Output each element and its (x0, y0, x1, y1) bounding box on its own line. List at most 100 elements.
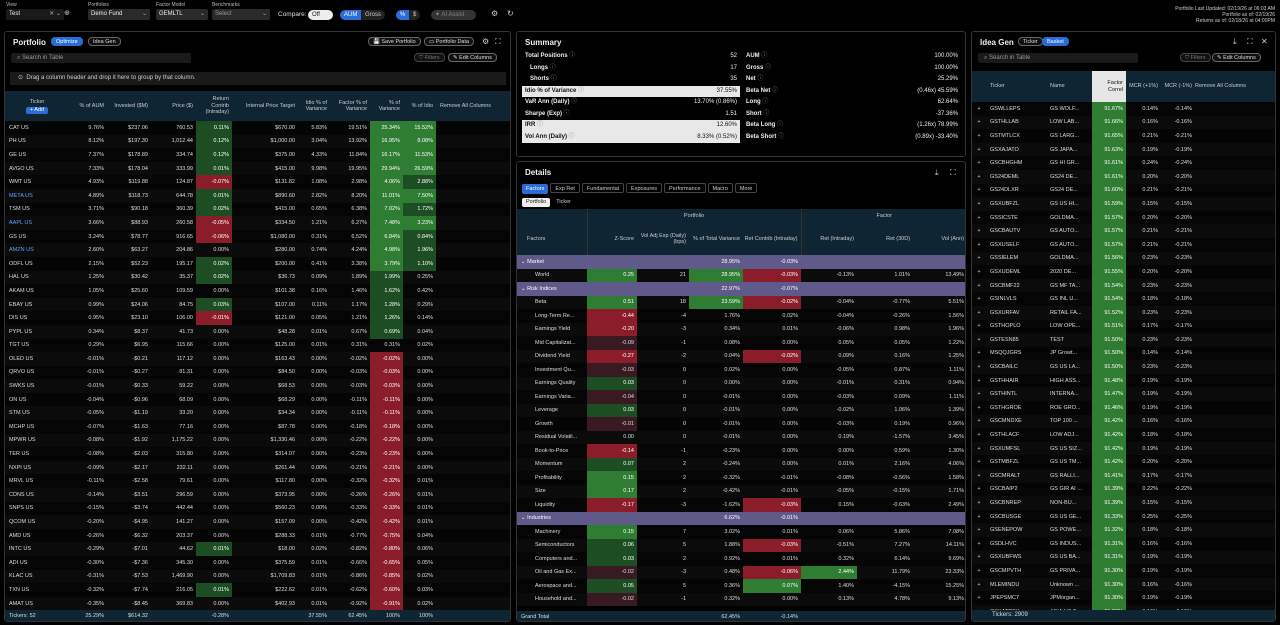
add-row-icon[interactable]: + (972, 102, 986, 116)
ticker-cell[interactable]: MCHP US (5, 420, 69, 434)
factor-row[interactable]: Semiconductors 0.06 5 1.88% -0.03% -0.51% 7.27… (517, 538, 965, 552)
category-row[interactable]: ⌄ Industries 6.62% -0.01% (517, 511, 965, 525)
table-row[interactable]: TGT US 0.29% $6.95 115.66 0.00% $125.00 0.01% 0… (5, 338, 510, 353)
ticker-cell[interactable]: OLED US (5, 352, 69, 366)
portfolio-data-button[interactable]: ▭ Portfolio Data (424, 37, 475, 46)
add-row-icon[interactable]: + (972, 306, 986, 320)
tab-factors[interactable]: Factors (522, 184, 549, 194)
table-row[interactable]: AVGO US 7.33% $178.04 333.99 0.01% $415.00 9.9… (5, 161, 510, 176)
ticker-cell[interactable]: MPWR US (5, 434, 69, 448)
table-row[interactable]: + GSSICSTE GOLDMA... 91.57% 0.20% -0.20% (972, 210, 1275, 225)
close-icon[interactable]: ✕ (1261, 37, 1268, 46)
factor-model-selector[interactable]: Factor Model GEMLTL ⌄ (156, 2, 208, 20)
ticker-cell[interactable]: EBAY US (5, 298, 69, 312)
ticker-cell[interactable]: GSCBNREP (986, 496, 1046, 510)
ticker-cell[interactable]: TSM US (5, 203, 69, 217)
column-header[interactable]: Internal Price Target (232, 91, 298, 121)
tab-more[interactable]: More (734, 183, 758, 193)
add-row-icon[interactable]: + (972, 469, 986, 483)
ticker-cell[interactable]: GSCMPVTH (986, 564, 1046, 578)
add-row-icon[interactable]: + (972, 184, 986, 198)
table-row[interactable]: + GSCBMF22 GS MF TA... 91.54% 0.23% -0.23% (972, 278, 1275, 293)
info-icon[interactable]: ⓘ (756, 76, 763, 82)
ticker-cell[interactable]: HAL US (5, 271, 69, 285)
ticker-cell[interactable]: GSXURFAV (986, 306, 1046, 320)
add-row-icon[interactable]: + (972, 564, 986, 578)
table-row[interactable]: + GSXURFAV RETAIL FA... 91.52% 0.23% -0.23% (972, 305, 1275, 320)
ticker-cell[interactable]: MLEMINDU (986, 578, 1046, 592)
download-icon[interactable]: ⤓ (1233, 37, 1237, 47)
table-row[interactable]: AAPL US 3.66% $88.93 260.58 -0.05% $334.50 1.2… (5, 216, 510, 230)
column-header[interactable]: Ticker + Add (5, 91, 69, 121)
ticker-cell[interactable]: INTC US (5, 542, 69, 556)
add-row-icon[interactable]: + (972, 170, 986, 184)
add-row-icon[interactable]: + (972, 197, 986, 211)
category-row[interactable]: ⌄ Risk Indices 22.97% -0.07% (517, 282, 965, 296)
column-header[interactable]: % of Variance (370, 91, 403, 121)
ticker-cell[interactable]: GSTMBFZL (986, 455, 1046, 469)
add-row-icon[interactable]: + (972, 129, 986, 143)
ticker-cell[interactable]: WMT US (5, 175, 69, 189)
table-row[interactable]: PH US 8.12% $197.30 1,012.44 0.12% $1,000.00 3… (5, 134, 510, 149)
search-input[interactable]: ⌕ Search in Table (978, 53, 1138, 63)
aum-toggle[interactable]: AUM (340, 10, 362, 20)
ticker-cell[interactable]: GSTESN85 (986, 333, 1046, 347)
table-row[interactable]: MRVL US -0.11% -$2.58 79.61 0.00% $117.80 0.00… (5, 474, 510, 489)
percent-toggle[interactable]: % (396, 10, 410, 20)
ticker-cell[interactable]: GSCBAIP2 (986, 483, 1046, 497)
table-row[interactable]: + GSCBHGHM GS HI GR... 91.61% 0.24% -0.24% (972, 156, 1275, 170)
table-row[interactable]: ADI US -0.30% -$7.36 345.30 0.00% $375.59 0.01… (5, 556, 510, 570)
column-header[interactable]: Remove All Columns (1195, 71, 1275, 102)
add-row-icon[interactable]: + (972, 224, 986, 238)
tab-macro[interactable]: Macro (707, 183, 733, 193)
column-header[interactable]: % of AUM (69, 91, 107, 121)
table-row[interactable]: + GSXUBFWS GS US BA... 91.31% 0.19% -0.19% (972, 550, 1275, 565)
table-row[interactable]: TSM US 3.71% $90.18 360.39 0.02% $415.00 0.65%… (5, 202, 510, 217)
ticker-cell[interactable]: GSCBAILC (986, 360, 1046, 374)
tab-optimize[interactable]: Optimize (51, 37, 83, 46)
ticker-cell[interactable]: GS24DEML (986, 170, 1046, 184)
table-row[interactable]: + GSTHHAIR HIGH ASS... 91.48% 0.19% -0.19% (972, 373, 1275, 388)
info-icon[interactable]: ⓘ (763, 65, 771, 71)
factor-row[interactable]: Household and... -0.02 -1 0.32% 0.00% 0.13% 4.… (517, 592, 965, 606)
table-row[interactable]: + GSCMPVTH GS PRIVA... 91.30% 0.19% -0.19% (972, 564, 1275, 578)
column-header[interactable]: Factor % of Variance (330, 91, 370, 121)
add-row-icon[interactable]: + (972, 578, 986, 592)
ticker-cell[interactable]: GSXUBFWS (986, 551, 1046, 565)
table-row[interactable]: CAT US 9.76% $237.06 760.53 0.11% $670.00 5.83… (5, 121, 510, 135)
ticker-cell[interactable]: CDNS US (5, 488, 69, 502)
table-row[interactable]: + GSCBNREP NON-BU... 91.39% 0.15% -0.15% (972, 496, 1275, 510)
table-row[interactable]: ON US -0.04% -$0.96 68.09 0.00% $68.29 0.00% -0… (5, 392, 510, 407)
table-row[interactable]: AMZN US 2.60% $63.27 204.86 0.00% $280.00 0.74… (5, 243, 510, 257)
ticker-cell[interactable]: GSTMTLCX (986, 129, 1046, 143)
ticker-cell[interactable]: AAPL US (5, 216, 69, 230)
ticker-cell[interactable]: AMD US (5, 529, 69, 543)
ticker-cell[interactable]: GSTHGROE (986, 401, 1046, 415)
table-row[interactable]: NXPI US -0.09% -$2.17 232.11 0.00% $261.44 0.0… (5, 460, 510, 475)
ticker-cell[interactable]: META US (5, 189, 69, 203)
ticker-cell[interactable]: GSWLLEPS (986, 102, 1046, 116)
add-row-icon[interactable]: + (972, 455, 986, 469)
add-row-icon[interactable]: + (972, 211, 986, 225)
info-icon[interactable]: ⓘ (569, 99, 577, 105)
gear-icon[interactable]: ⚙ (482, 37, 489, 46)
table-row[interactable]: SWKS US -0.01% -$0.33 59.22 0.00% $68.53 0.00%… (5, 379, 510, 393)
column-header[interactable]: Vol (Ann) (913, 223, 965, 255)
tab-exposures[interactable]: Exposures (626, 183, 663, 193)
factor-row[interactable]: Earnings Yield -0.20 -3 0.34% 0.01% -0.06% 0.9… (517, 322, 965, 336)
info-icon[interactable]: ⓘ (776, 134, 784, 140)
info-icon[interactable]: ⓘ (770, 88, 778, 94)
table-row[interactable]: + GSXAJATO GS JAPA... 91.63% 0.19% -0.19% (972, 142, 1275, 157)
factor-row[interactable]: Size 0.17 2 -0.42% -0.01% -0.05% -0.15% 1.71% (517, 484, 965, 498)
table-row[interactable]: + GSTHLLAB LOW LAB... 91.66% 0.16% -0.16% (972, 115, 1275, 130)
add-row-icon[interactable]: + (972, 415, 986, 429)
table-row[interactable]: + GSCBAILC GS US LA... 91.50% 0.23% -0.23% (972, 360, 1275, 374)
table-row[interactable]: + GSXUBFZL GS US HI... 91.59% 0.15% -0.15% (972, 197, 1275, 211)
add-row-icon[interactable]: + (972, 265, 986, 279)
column-header[interactable]: Z-Score (586, 223, 637, 255)
ticker-cell[interactable]: GSINLVLS (986, 292, 1046, 306)
table-row[interactable]: MPWR US -0.08% -$1.92 1,175.22 0.00% $1,330.4… (5, 433, 510, 448)
add-row-icon[interactable]: + (972, 279, 986, 293)
table-row[interactable]: INTC US -0.29% -$7.01 44.62 0.01% $18.00 0.02%… (5, 542, 510, 556)
table-row[interactable]: AMAT US -0.35% -$8.45 369.83 0.00% $402.93 0.0… (5, 596, 510, 611)
